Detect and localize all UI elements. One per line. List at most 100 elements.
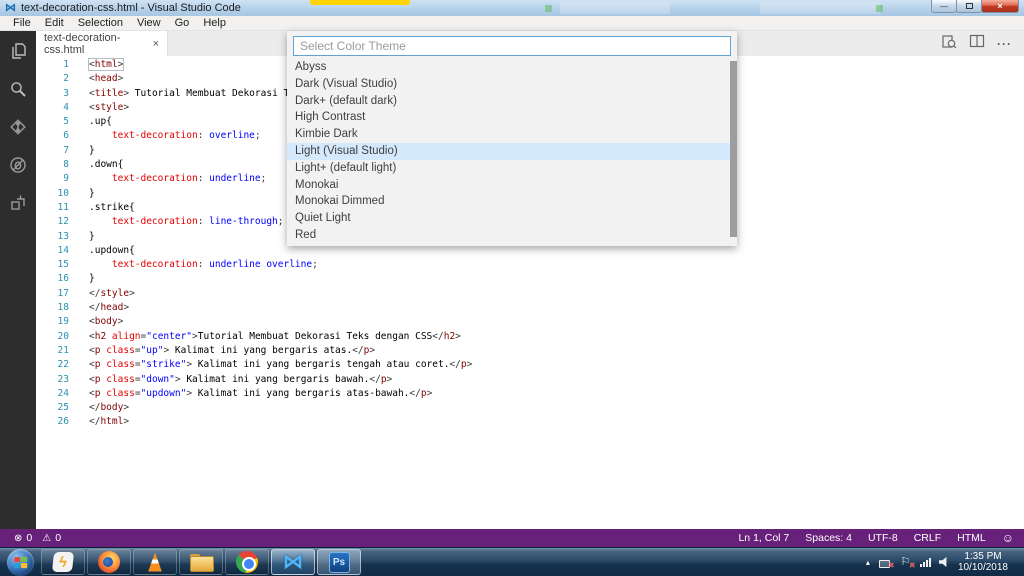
errors-icon[interactable]: ⊗ <box>14 533 22 544</box>
taskbar-app-vscode[interactable]: ⋈ <box>271 549 315 575</box>
menu-help[interactable]: Help <box>196 16 233 31</box>
maximize-button[interactable] <box>956 0 982 13</box>
code-line[interactable]: 20 <h2 align="center">Tutorial Membuat De… <box>36 330 1024 344</box>
taskbar: ϟ ⋈ Ps ▴ × ⚐ × 1:35 PM 10/10/2018 <box>0 547 1024 576</box>
cursor-position-status[interactable]: Ln 1, Col 7 <box>738 532 789 544</box>
taskbar-app-chrome[interactable] <box>225 549 269 575</box>
firefox-icon <box>98 551 120 573</box>
line-number: 1 <box>63 59 69 70</box>
line-number: 7 <box>63 144 69 156</box>
vscode-icon: ⋈ <box>283 551 303 573</box>
theme-option[interactable]: Kimbie Dark <box>287 126 737 143</box>
code-line[interactable]: 21 <p class="up"> Kalimat ini yang bergar… <box>36 344 1024 358</box>
chrome-icon <box>236 551 258 573</box>
code-line[interactable]: 26 </html> <box>36 415 1024 429</box>
theme-option[interactable]: Red <box>287 227 737 244</box>
network-status-icon[interactable]: × <box>878 556 894 570</box>
line-number: 8 <box>63 159 69 171</box>
windows-logo-icon <box>14 556 28 568</box>
errors-count[interactable]: 0 <box>26 532 32 544</box>
bracket-match-highlight: <html> <box>87 58 125 71</box>
titlebar-ghost-favicon <box>876 5 883 12</box>
minimize-button[interactable]: — <box>931 0 957 13</box>
theme-option[interactable]: Monokai Dimmed <box>287 193 737 210</box>
taskbar-app-firefox[interactable] <box>87 549 131 575</box>
source-control-icon[interactable] <box>8 117 28 137</box>
extensions-icon[interactable] <box>8 193 28 213</box>
explorer-icon[interactable] <box>8 41 28 61</box>
warnings-count[interactable]: 0 <box>55 532 61 544</box>
theme-list-scrollbar[interactable] <box>730 61 737 237</box>
line-number: 24 <box>57 387 69 399</box>
theme-option[interactable]: Light+ (default light) <box>287 160 737 177</box>
theme-option[interactable]: Dark (Visual Studio) <box>287 76 737 93</box>
theme-option[interactable]: Quiet Light <box>287 210 737 227</box>
titlebar-ghost-tab <box>560 2 670 14</box>
eol-status[interactable]: CRLF <box>914 532 941 544</box>
close-button[interactable]: × <box>981 0 1019 13</box>
menu-selection[interactable]: Selection <box>71 16 130 31</box>
menu-go[interactable]: Go <box>168 16 197 31</box>
theme-list: Abyss Dark (Visual Studio) Dark+ (default … <box>287 59 737 244</box>
theme-option[interactable]: Light (Visual Studio) <box>287 142 737 160</box>
code-line[interactable]: 18 </head> <box>36 301 1024 315</box>
signal-strength-icon[interactable] <box>919 557 931 567</box>
title-bar[interactable]: ⋈ text-decoration-css.html - Visual Stud… <box>0 0 1024 16</box>
code-line[interactable]: 14 .updown{ <box>36 244 1024 258</box>
photoshop-icon: Ps <box>328 551 350 573</box>
tab-close-icon[interactable]: × <box>153 38 159 50</box>
feedback-smiley-icon[interactable]: ☺ <box>1002 531 1014 545</box>
taskbar-clock[interactable]: 1:35 PM 10/10/2018 <box>958 551 1012 574</box>
activity-bar <box>0 31 36 529</box>
line-number: 5 <box>63 116 69 128</box>
theme-option[interactable]: Abyss <box>287 59 737 76</box>
indentation-status[interactable]: Spaces: 4 <box>805 532 852 544</box>
code-line[interactable]: 24 <p class="updown"> Kalimat ini yang be… <box>36 387 1024 401</box>
theme-option[interactable]: High Contrast <box>287 109 737 126</box>
menu-file[interactable]: File <box>6 16 38 31</box>
minimize-icon: — <box>940 1 948 11</box>
taskbar-app-photoshop[interactable]: Ps <box>317 549 361 575</box>
theme-option[interactable]: Dark+ (default dark) <box>287 93 737 110</box>
code-line[interactable]: 19 <body> <box>36 315 1024 329</box>
tab-text-decoration-css[interactable]: text-decoration-css.html × <box>36 31 168 56</box>
color-theme-quickpick: AbyssDark (Visual Studio)Dark+ (default … <box>287 31 737 246</box>
taskbar-app-winamp[interactable]: ϟ <box>41 549 85 575</box>
code-line[interactable]: 16} <box>36 272 1024 286</box>
action-center-icon[interactable]: ⚐ × <box>899 556 915 570</box>
code-line[interactable]: 23 <p class="down"> Kalimat ini yang berg… <box>36 373 1024 387</box>
start-button[interactable] <box>7 548 34 576</box>
search-icon[interactable] <box>8 79 28 99</box>
open-preview-icon[interactable] <box>941 34 957 54</box>
code-line[interactable]: 22 <p class="strike"> Kalimat ini yang be… <box>36 358 1024 372</box>
taskbar-app-explorer[interactable] <box>179 549 223 575</box>
volume-icon[interactable] <box>938 557 947 567</box>
line-number: 22 <box>57 359 69 371</box>
split-editor-icon[interactable] <box>969 34 985 53</box>
code-line[interactable]: 15 text-decoration: underline overline; <box>36 258 1024 272</box>
code-line[interactable]: 17 </style> <box>36 287 1024 301</box>
close-icon: × <box>997 1 1003 11</box>
titlebar-ghost-favicon <box>545 5 552 12</box>
code-line[interactable]: 25 </body> <box>36 401 1024 415</box>
line-number: 20 <box>57 330 69 342</box>
more-actions-icon[interactable]: ··· <box>997 37 1012 51</box>
debug-icon[interactable] <box>8 155 28 175</box>
explorer-folder-icon <box>190 554 214 572</box>
line-number: 19 <box>57 316 69 328</box>
line-number: 2 <box>63 73 69 85</box>
taskbar-app-vlc[interactable] <box>133 549 177 575</box>
clock-time: 1:35 PM <box>964 550 1002 562</box>
language-mode-status[interactable]: HTML <box>957 532 986 544</box>
warnings-icon[interactable]: ⚠ <box>42 533 51 544</box>
menu-view[interactable]: View <box>130 16 168 31</box>
encoding-status[interactable]: UTF-8 <box>868 532 898 544</box>
status-bar: ⊗ 0 ⚠ 0 Ln 1, Col 7 Spaces: 4 UTF-8 CRLF… <box>0 529 1024 547</box>
theme-option[interactable]: Monokai <box>287 177 737 194</box>
show-hidden-icons-button[interactable]: ▴ <box>866 558 870 567</box>
vlc-icon <box>148 552 162 572</box>
line-number: 16 <box>57 273 69 285</box>
line-number: 12 <box>57 216 69 228</box>
menu-edit[interactable]: Edit <box>38 16 71 31</box>
theme-search-input[interactable] <box>293 36 731 56</box>
